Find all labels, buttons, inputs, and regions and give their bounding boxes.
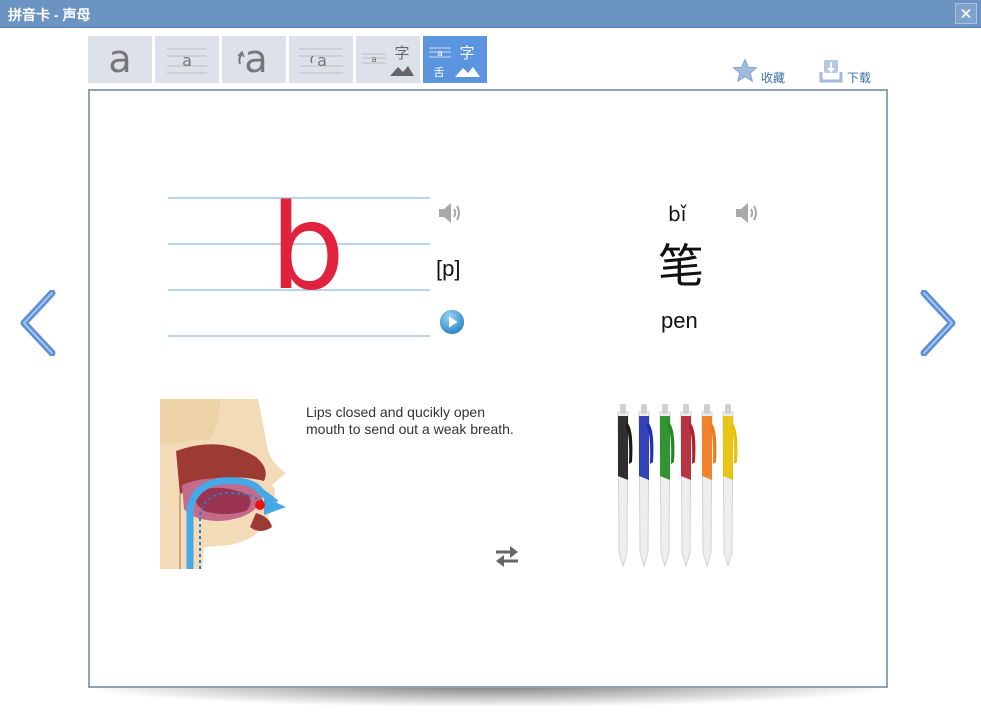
download-label: 下载 <box>847 71 872 85</box>
pen-item <box>680 404 696 568</box>
tab-letter-large[interactable]: a <box>88 36 152 83</box>
play-icon[interactable] <box>439 309 465 335</box>
tab-letter-stroke[interactable]: a <box>222 36 286 83</box>
mouth-diagram-illustration <box>160 399 290 569</box>
pronunciation-description: Lips closed and qucikly open mouth to se… <box>306 404 514 437</box>
tab-glyph: a <box>371 55 377 65</box>
tab-letter-char-picture[interactable]: a 字 <box>356 36 420 83</box>
initial-letter: b <box>270 178 345 316</box>
title-bar: 拼音卡 - 声母 <box>0 0 981 28</box>
favorite-button[interactable]: 收藏 <box>732 58 792 85</box>
speaker-icon[interactable] <box>437 200 465 226</box>
tab-char: 字 <box>394 44 409 62</box>
pen-item <box>701 404 717 568</box>
chevron-left-icon[interactable] <box>18 290 58 356</box>
tab-glyph: a <box>317 51 327 70</box>
letter-a-icon: a <box>108 37 131 81</box>
pens-picture <box>617 404 738 568</box>
letter-lined-icon: a <box>167 48 207 74</box>
letter-stroke-icon: a <box>237 37 268 81</box>
word-speaker-icon[interactable] <box>734 200 762 226</box>
star-icon <box>732 58 758 83</box>
pen-item <box>659 404 675 568</box>
word-pinyin: bǐ <box>668 202 687 226</box>
tab-tongue-char: 舌 <box>434 66 445 79</box>
letter-tongue-char-picture-icon: a 舌 字 <box>429 44 480 79</box>
pen-item <box>722 404 738 568</box>
tab-letter-tongue-char-picture[interactable]: a 舌 字 <box>423 36 487 83</box>
download-button[interactable]: 下载 <box>818 58 878 85</box>
letter-char-picture-icon: a 字 <box>362 44 414 76</box>
pinyin-card <box>88 89 888 688</box>
pen-item <box>617 404 633 568</box>
tab-letter-lined[interactable]: a <box>155 36 219 83</box>
tab-glyph: a <box>244 37 267 81</box>
letter-stroke-lined-icon: a <box>299 48 343 74</box>
download-icon <box>819 60 843 83</box>
pinyin-card-window: 拼音卡 - 声母 a a a a a 字 a 舌 字 收藏 下载 b [p] b… <box>0 0 981 722</box>
tab-char: 字 <box>459 44 474 62</box>
tab-glyph: a <box>108 37 131 81</box>
ipa-transcription: [p] <box>436 256 461 281</box>
word-hanzi: 笔 <box>658 239 704 293</box>
swap-icon[interactable] <box>493 543 521 569</box>
tab-glyph: a <box>437 49 443 59</box>
tab-letter-stroke-lined[interactable]: a <box>289 36 353 83</box>
chevron-right-icon[interactable] <box>918 290 958 356</box>
word-english: pen <box>661 308 698 333</box>
window-title: 拼音卡 - 声母 <box>8 7 91 23</box>
close-icon <box>961 8 971 19</box>
favorite-label: 收藏 <box>761 71 786 85</box>
tab-glyph: a <box>182 51 192 70</box>
pen-item <box>638 404 654 568</box>
close-button[interactable] <box>955 3 977 24</box>
